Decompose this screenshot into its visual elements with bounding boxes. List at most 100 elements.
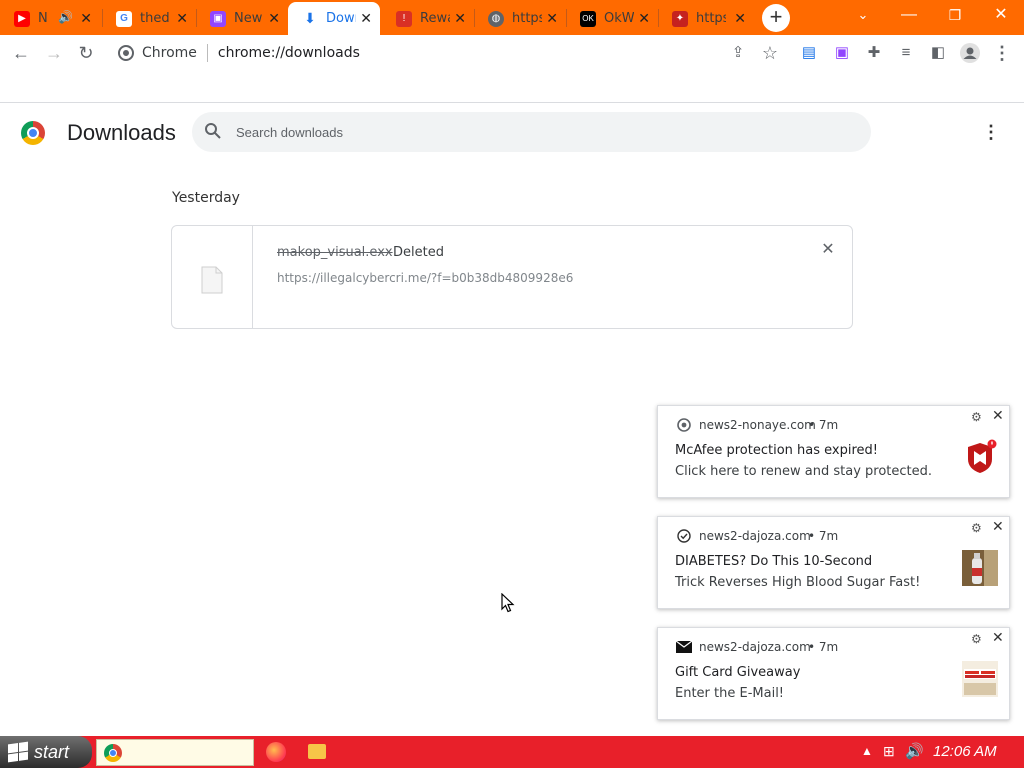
chrome-icon xyxy=(118,45,134,61)
tab-new[interactable]: ▣ New ✕ xyxy=(196,2,288,35)
tab-close-icon[interactable]: ✕ xyxy=(546,10,558,27)
tab-downloads[interactable]: ⬇ Dowr ✕ xyxy=(288,2,380,35)
mouse-cursor-icon xyxy=(501,593,515,613)
notification-source: news2-nonaye.com xyxy=(699,418,816,432)
extension-2-button[interactable]: ▣ xyxy=(830,41,854,65)
chevron-down-icon: ⌄ xyxy=(857,7,869,22)
playlist-icon: ≡ xyxy=(901,44,911,61)
settings-gear-icon[interactable]: ⚙ xyxy=(971,632,982,646)
folder-icon[interactable] xyxy=(308,744,326,759)
reload-icon: ↻ xyxy=(78,43,94,63)
notification-mcafee[interactable]: news2-nonaye.com • 7m ⚙ ✕ McAfee protect… xyxy=(657,405,1010,498)
downloads-header: Downloads ⋮ xyxy=(0,104,1024,160)
bookmark-button[interactable]: ☆ xyxy=(758,41,782,65)
menu-button[interactable]: ⋮ xyxy=(990,41,1014,65)
settings-gear-icon[interactable]: ⚙ xyxy=(971,521,982,535)
remove-download-button[interactable]: ✕ xyxy=(820,242,836,258)
notification-title: McAfee protection has expired! xyxy=(675,443,878,458)
tab-title: https xyxy=(512,11,542,26)
tab-close-icon[interactable]: ✕ xyxy=(638,10,650,27)
tab-title: https xyxy=(696,11,726,26)
file-icon xyxy=(201,266,223,294)
clock[interactable]: 12:06 AM xyxy=(933,743,997,760)
page-title: Downloads xyxy=(67,120,176,145)
date-heading: Yesterday xyxy=(172,190,240,206)
network-icon[interactable]: ⊞ xyxy=(883,743,895,760)
puzzle-icon: ✚ xyxy=(867,44,881,61)
notification-close-button[interactable]: ✕ xyxy=(992,408,1004,424)
restore-button[interactable]: ❐ xyxy=(932,0,978,32)
globe-icon: ◍ xyxy=(488,10,504,27)
settings-gear-icon[interactable]: ⚙ xyxy=(971,410,982,424)
omnibox-separator xyxy=(206,44,208,62)
gift-card-photo-image xyxy=(962,661,998,697)
notification-time: • 7m xyxy=(808,418,839,432)
windows-logo-icon xyxy=(8,741,28,763)
tab-title: Dowr xyxy=(326,11,356,26)
tab-close-icon[interactable]: ✕ xyxy=(80,10,92,27)
new-tab-button[interactable]: + xyxy=(762,4,790,32)
firefox-icon[interactable] xyxy=(266,742,286,762)
tab-close-icon[interactable]: ✕ xyxy=(360,10,372,27)
close-window-button[interactable]: ✕ xyxy=(978,0,1024,32)
download-icon: ⬇ xyxy=(304,10,316,26)
file-icon-container xyxy=(172,226,253,328)
profile-button[interactable] xyxy=(958,41,982,65)
reward-icon: ! xyxy=(396,10,412,27)
tab-okw[interactable]: OK OkW ✕ xyxy=(566,2,658,35)
minimize-button[interactable]: — xyxy=(886,0,932,32)
chrome-logo-icon xyxy=(21,121,45,145)
download-status: Deleted xyxy=(393,245,444,260)
check-circle-icon xyxy=(676,528,692,544)
tab-close-icon[interactable]: ✕ xyxy=(454,10,466,27)
back-button[interactable]: ← xyxy=(9,41,33,65)
tab-youtube[interactable]: ▶ N 🔊 ✕ xyxy=(0,2,100,35)
google-icon: G xyxy=(116,10,132,27)
tab-https-1[interactable]: ◍ https ✕ xyxy=(474,2,566,35)
puzzle-icon: ✦ xyxy=(672,10,688,27)
notification-close-button[interactable]: ✕ xyxy=(992,630,1004,646)
tab-strip: ▶ N 🔊 ✕ G thedi ✕ ▣ New ✕ ⬇ Dowr ✕ ! Rew… xyxy=(0,0,1024,35)
system-tray: ▲ ⊞ 🔊 12:06 AM xyxy=(855,736,1024,768)
kebab-icon: ⋮ xyxy=(982,122,1000,142)
search-input[interactable] xyxy=(236,122,836,142)
search-box[interactable] xyxy=(192,112,871,152)
tab-close-icon[interactable]: ✕ xyxy=(268,10,280,27)
downloads-menu-button[interactable]: ⋮ xyxy=(982,122,1000,143)
bookmark-bar xyxy=(0,71,1024,103)
download-item: makop_visual.exx Deleted https://illegal… xyxy=(171,225,853,329)
tab-close-icon[interactable]: ✕ xyxy=(176,10,188,27)
close-icon: ✕ xyxy=(992,519,1004,535)
avatar-icon xyxy=(960,43,980,63)
taskbar-chrome-button[interactable] xyxy=(96,739,254,766)
tab-search-button[interactable]: ⌄ xyxy=(840,0,886,32)
audio-icon[interactable]: 🔊 xyxy=(58,10,73,24)
arrow-left-icon: ← xyxy=(12,43,30,63)
tab-close-icon[interactable]: ✕ xyxy=(734,10,746,27)
url-text[interactable]: chrome://downloads xyxy=(218,45,360,61)
address-bar[interactable]: Chrome chrome://downloads xyxy=(112,39,672,67)
start-button[interactable]: start xyxy=(0,736,92,768)
media-button[interactable]: ≡ xyxy=(894,41,918,65)
forward-button[interactable]: → xyxy=(42,41,66,65)
tab-title: thedi xyxy=(140,11,170,26)
notification-gift-card[interactable]: news2-dajoza.com • 7m ⚙ ✕ Gift Card Give… xyxy=(657,627,1010,720)
download-source-url[interactable]: https://illegalcybercri.me/?f=b0b38db480… xyxy=(277,271,573,285)
extension-1-button[interactable]: ▤ xyxy=(797,41,821,65)
file-name[interactable]: makop_visual.exx xyxy=(277,245,393,260)
volume-icon[interactable]: 🔊 xyxy=(905,742,924,760)
share-button[interactable]: ⇪ xyxy=(726,41,750,65)
notification-close-button[interactable]: ✕ xyxy=(992,519,1004,535)
tab-https-2[interactable]: ✦ https ✕ xyxy=(658,2,754,35)
reload-button[interactable]: ↻ xyxy=(74,41,98,65)
youtube-icon: ▶ xyxy=(14,10,30,27)
tray-expand-icon[interactable]: ▲ xyxy=(861,744,873,758)
tab-google[interactable]: G thedi ✕ xyxy=(102,2,196,35)
tab-title: Rewa xyxy=(420,11,450,26)
tab-rewards[interactable]: ! Rewa ✕ xyxy=(382,2,474,35)
notification-diabetes[interactable]: news2-dajoza.com • 7m ⚙ ✕ DIABETES? Do T… xyxy=(657,516,1010,609)
star-icon: ☆ xyxy=(761,43,779,63)
side-panel-button[interactable]: ◧ xyxy=(926,41,950,65)
extensions-button[interactable]: ✚ xyxy=(862,41,886,65)
notification-title: Gift Card Giveaway xyxy=(675,665,801,680)
